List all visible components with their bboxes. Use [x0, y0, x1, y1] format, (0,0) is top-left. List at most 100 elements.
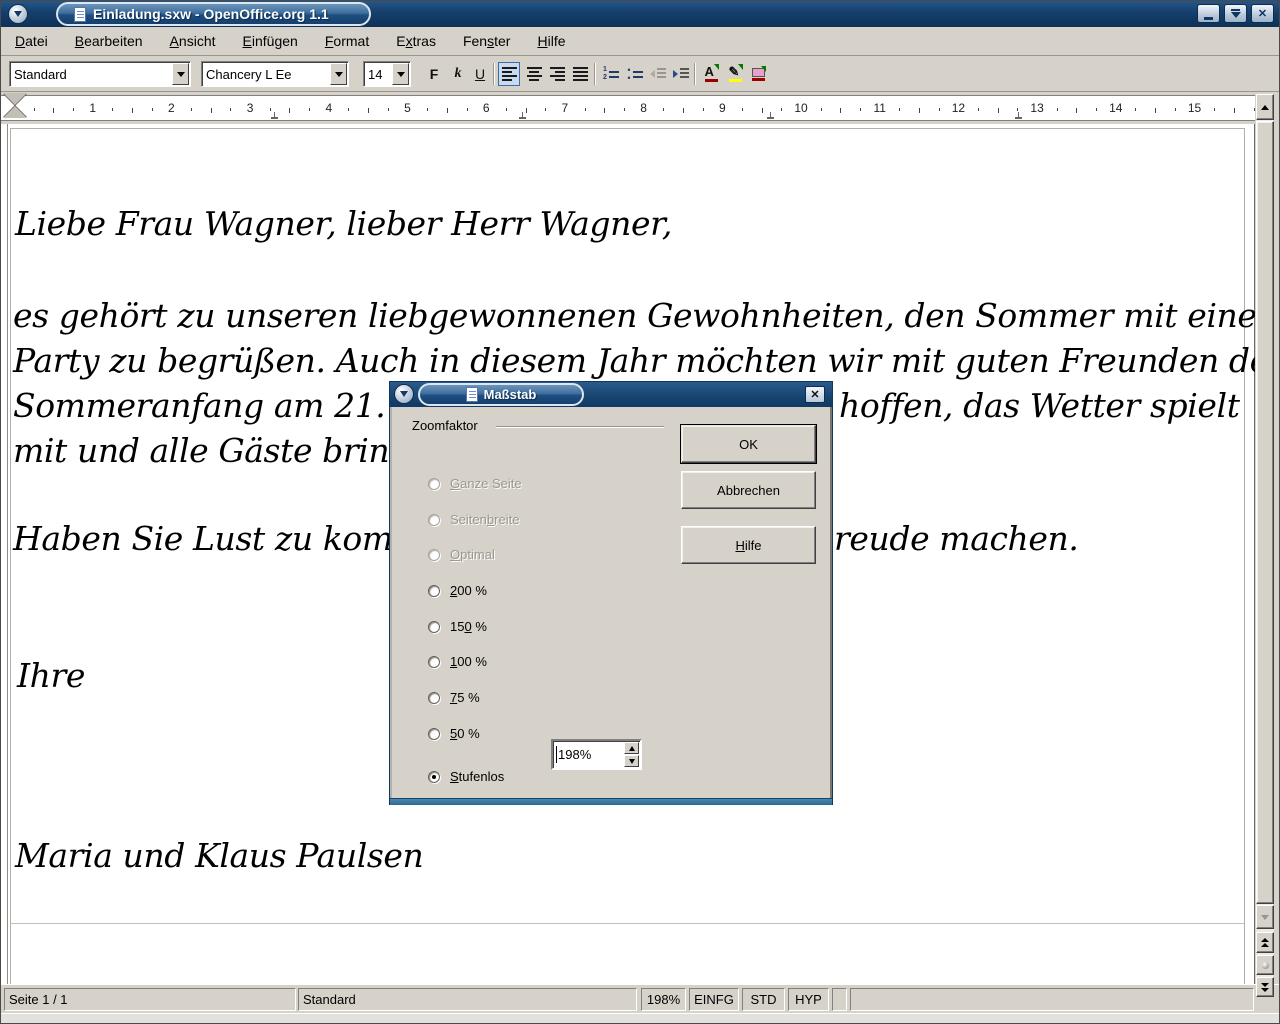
maximize-button[interactable]	[1224, 4, 1247, 23]
align-left-button[interactable]	[498, 62, 520, 86]
help-button[interactable]: Hilfe	[681, 526, 816, 564]
zoom-value-spinner[interactable]: 198%	[551, 739, 642, 770]
align-center-button[interactable]	[523, 62, 545, 86]
ruler-tick	[1076, 108, 1077, 113]
doc-line: Party zu begrüßen. Auch in diesem Jahr m…	[13, 341, 1255, 380]
close-icon: ✕	[810, 388, 819, 401]
window-controls: ✕	[1197, 4, 1274, 23]
radio-icon	[428, 621, 440, 633]
scrollbar-thumb[interactable]	[1256, 121, 1274, 904]
ruler-number: 7	[562, 101, 569, 115]
navigation-button[interactable]	[1256, 955, 1274, 975]
numbered-list-button[interactable]: 12	[600, 62, 622, 86]
ruler-tick	[604, 108, 605, 113]
menu-format[interactable]: Format	[315, 29, 379, 53]
menu-einfuegen[interactable]: Einfügen	[233, 29, 308, 53]
close-button[interactable]: ✕	[1251, 4, 1274, 23]
tab-stop-icon[interactable]	[767, 114, 774, 119]
font-size-combo[interactable]: 14	[363, 61, 411, 87]
next-page-button[interactable]	[1256, 977, 1274, 997]
radio-200[interactable]: 200 %	[428, 583, 487, 598]
italic-button[interactable]: k	[447, 62, 469, 86]
ruler-tick	[860, 108, 861, 111]
minimize-button[interactable]	[1197, 4, 1220, 23]
numbered-list-icon: 12	[603, 66, 619, 82]
titlebar[interactable]: Einladung.sxw - OpenOffice.org 1.1 ✕	[1, 1, 1279, 27]
ruler-number: 8	[640, 101, 647, 115]
radio-75[interactable]: 75 %	[428, 690, 480, 705]
minimize-icon	[1204, 17, 1213, 20]
menu-bearbeiten[interactable]: Bearbeiten	[65, 29, 153, 53]
decrease-indent-button[interactable]	[647, 62, 669, 86]
ruler-number: 6	[483, 101, 490, 115]
radio-stufenlos[interactable]: Stufenlos	[428, 769, 504, 784]
dialog-window-menu-button[interactable]	[394, 384, 414, 404]
text-boundary-right	[1244, 128, 1245, 984]
previous-page-button[interactable]	[1256, 932, 1274, 953]
ruler-tick	[348, 108, 349, 111]
ruler-tick	[1096, 108, 1097, 111]
status-zoom[interactable]: 198%	[641, 988, 686, 1011]
radio-150[interactable]: 150 %	[428, 619, 487, 634]
ruler-band: 123456789101112131415	[1, 93, 1255, 124]
paragraph-background-button[interactable]	[747, 62, 769, 86]
ruler-tick	[53, 108, 54, 113]
combo-drop-button[interactable]	[172, 63, 189, 85]
font-color-button[interactable]: A	[700, 62, 722, 86]
scroll-up-button[interactable]	[1256, 94, 1274, 120]
zoom-dialog: Maßstab ✕ Zoomfaktor Ganze Seite Seitenb…	[389, 381, 833, 805]
application-window: Einladung.sxw - OpenOffice.org 1.1 ✕ Dat…	[0, 0, 1280, 1024]
tab-stop-icon[interactable]	[1015, 114, 1022, 119]
status-selection-mode[interactable]: STD	[742, 988, 785, 1011]
radio-50[interactable]: 50 %	[428, 726, 480, 741]
dialog-titlebar[interactable]: Maßstab ✕	[390, 382, 832, 407]
radio-100[interactable]: 100 %	[428, 654, 487, 669]
dialog-close-button[interactable]: ✕	[805, 386, 825, 403]
menu-ansicht[interactable]: Ansicht	[160, 29, 226, 53]
tab-stop-icon[interactable]	[519, 114, 526, 119]
menu-extras[interactable]: Extras	[386, 29, 446, 53]
ruler-tick	[742, 108, 743, 111]
underline-icon: U	[475, 66, 485, 82]
ruler[interactable]: 123456789101112131415	[1, 95, 1255, 121]
bold-button[interactable]: F	[423, 62, 445, 86]
cancel-button[interactable]: Abbrechen	[681, 471, 816, 509]
ruler-tick	[1057, 108, 1058, 111]
radio-icon	[428, 656, 440, 668]
highlighting-button[interactable]: ✎	[724, 62, 746, 86]
font-name-combo[interactable]: Chancery L Ee	[201, 61, 349, 87]
status-hyperlink-mode[interactable]: HYP	[788, 988, 829, 1011]
window-menu-button[interactable]	[8, 4, 28, 24]
menu-hilfe[interactable]: Hilfe	[527, 29, 575, 53]
ruler-tick	[1175, 108, 1176, 111]
ruler-tick	[467, 108, 468, 111]
ruler-tick	[821, 108, 822, 111]
paragraph-style-combo[interactable]: Standard	[9, 61, 191, 87]
scroll-down-button[interactable]	[1256, 905, 1274, 929]
group-line	[496, 426, 664, 428]
align-right-button[interactable]	[546, 62, 568, 86]
vertical-scrollbar[interactable]	[1256, 94, 1274, 997]
status-insert-mode[interactable]: EINFG	[689, 988, 739, 1011]
justify-button[interactable]	[569, 62, 591, 86]
combo-drop-button[interactable]	[330, 63, 347, 85]
menu-datei[interactable]: Datei	[5, 29, 58, 53]
spin-up-button[interactable]	[624, 742, 639, 754]
increase-indent-button[interactable]	[670, 62, 692, 86]
radio-icon	[428, 692, 440, 704]
bullet-list-button[interactable]: ••	[624, 62, 646, 86]
indent-marker[interactable]	[3, 93, 27, 119]
tab-stop-icon[interactable]	[271, 114, 278, 119]
status-page-style[interactable]: Standard	[298, 988, 637, 1011]
underline-button[interactable]: U	[469, 62, 491, 86]
title-pill: Einladung.sxw - OpenOffice.org 1.1	[56, 2, 371, 26]
ruler-tick	[762, 108, 763, 113]
ruler-tick	[388, 108, 389, 111]
combo-drop-button[interactable]	[392, 63, 409, 85]
menu-fenster[interactable]: Fenster	[453, 29, 521, 53]
ok-button[interactable]: OK	[681, 425, 816, 463]
ruler-tick	[112, 108, 113, 111]
ruler-tick	[899, 108, 900, 111]
ruler-tick	[978, 108, 979, 111]
spin-down-button[interactable]	[624, 755, 639, 767]
